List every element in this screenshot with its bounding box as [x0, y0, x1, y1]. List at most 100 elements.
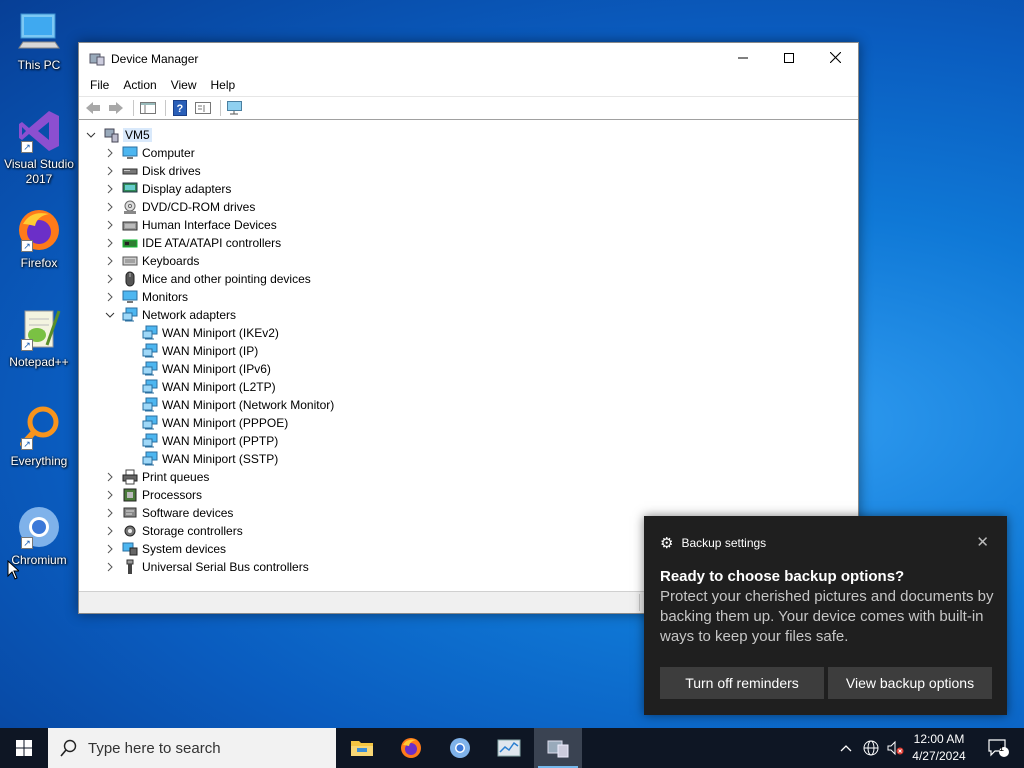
desktop-icon-label: This PC [17, 58, 61, 72]
chevron-right-icon[interactable] [104, 471, 116, 483]
tree-category-label: Human Interface Devices [142, 218, 277, 232]
taskbar-file-explorer[interactable] [338, 728, 386, 768]
desktop-icon-notepadpp[interactable]: ↗ Notepad++ [0, 305, 78, 370]
tree-category-label: Processors [142, 488, 203, 502]
start-button[interactable] [0, 728, 48, 768]
help-button[interactable]: ? [170, 99, 190, 117]
tree-category-label: Print queues [142, 470, 210, 484]
network-adapter-icon [142, 361, 158, 377]
notification-icon [988, 739, 1009, 757]
desktop-icon-chromium[interactable]: ↗ Chromium [0, 503, 78, 568]
title-bar[interactable]: Device Manager [79, 43, 858, 74]
firefox-icon [401, 738, 421, 758]
back-button[interactable] [83, 99, 103, 117]
tree-category[interactable]: Computer [85, 144, 858, 162]
desktop-icon-firefox[interactable]: ↗ Firefox [0, 206, 78, 271]
chevron-right-icon[interactable] [104, 543, 116, 555]
chevron-right-icon[interactable] [104, 525, 116, 537]
tree-device[interactable]: WAN Miniport (IPv6) [85, 360, 858, 378]
chevron-down-icon[interactable] [85, 129, 97, 141]
tree-device[interactable]: WAN Miniport (PPTP) [85, 432, 858, 450]
tree-device-label: WAN Miniport (PPPOE) [162, 416, 289, 430]
chevron-right-icon[interactable] [104, 507, 116, 519]
network-adapter-icon [142, 451, 158, 467]
desktop-icon-visual-studio[interactable]: ↗ Visual Studio 2017 [0, 107, 78, 187]
system-device-icon [122, 541, 138, 557]
volume-tray-button[interactable] [884, 728, 906, 768]
tree-device[interactable]: WAN Miniport (PPPOE) [85, 414, 858, 432]
menu-view[interactable]: View [164, 78, 204, 92]
tree-category[interactable]: Processors [85, 486, 858, 504]
tree-device[interactable]: WAN Miniport (L2TP) [85, 378, 858, 396]
maximize-button[interactable] [766, 43, 812, 72]
chevron-right-icon[interactable] [104, 183, 116, 195]
this-pc-icon [15, 8, 63, 56]
chevron-right-icon[interactable] [104, 147, 116, 159]
menu-action[interactable]: Action [116, 78, 163, 92]
chevron-right-icon[interactable] [104, 219, 116, 231]
tree-category[interactable]: Print queues [85, 468, 858, 486]
tree-category[interactable]: IDE ATA/ATAPI controllers [85, 234, 858, 252]
menu-file[interactable]: File [83, 78, 116, 92]
chevron-right-icon[interactable] [104, 201, 116, 213]
tree-category[interactable]: Display adapters [85, 180, 858, 198]
storage-controller-icon [122, 523, 138, 539]
toast-header: ⚙ Backup settings [660, 534, 766, 552]
forward-button[interactable] [106, 99, 126, 117]
tree-category-label: Software devices [142, 506, 234, 520]
tree-category-label: Storage controllers [142, 524, 243, 538]
chevron-right-icon[interactable] [104, 165, 116, 177]
close-button[interactable] [812, 43, 858, 72]
tree-device[interactable]: WAN Miniport (IP) [85, 342, 858, 360]
chevron-right-icon[interactable] [104, 255, 116, 267]
mouse-cursor-icon [7, 560, 19, 580]
tree-category-label: Computer [142, 146, 195, 160]
tree-category[interactable]: Monitors [85, 288, 858, 306]
taskbar-task-manager[interactable] [485, 728, 533, 768]
toast-close-icon[interactable]: ✕ [976, 533, 989, 551]
computer-icon [122, 145, 138, 161]
menu-help[interactable]: Help [204, 78, 243, 92]
properties-button[interactable] [193, 99, 213, 117]
show-hidden-icons-button[interactable] [836, 728, 856, 768]
tree-device[interactable]: WAN Miniport (SSTP) [85, 450, 858, 468]
back-arrow-icon [86, 102, 100, 114]
chevron-right-icon[interactable] [104, 489, 116, 501]
backup-notification-toast[interactable]: ⚙ Backup settings ✕ Ready to choose back… [644, 516, 1007, 715]
tree-category[interactable]: Disk drives [85, 162, 858, 180]
action-center-button[interactable]: 1 [978, 728, 1018, 768]
tree-device-label: WAN Miniport (L2TP) [162, 380, 276, 394]
taskbar-firefox[interactable] [387, 728, 435, 768]
taskbar-chromium[interactable] [436, 728, 484, 768]
hid-icon [122, 217, 138, 233]
file-explorer-icon [351, 741, 373, 756]
notepadpp-icon: ↗ [15, 305, 63, 353]
tree-category[interactable]: Mice and other pointing devices [85, 270, 858, 288]
disk-drive-icon [122, 163, 138, 179]
minimize-button[interactable] [720, 43, 766, 72]
turn-off-reminders-button[interactable]: Turn off reminders [660, 667, 824, 699]
chevron-right-icon[interactable] [104, 273, 116, 285]
tree-root[interactable]: VM5 [85, 126, 858, 144]
chevron-right-icon[interactable] [104, 561, 116, 573]
taskbar-search-box[interactable]: Type here to search [48, 728, 336, 768]
network-adapter-icon [142, 325, 158, 341]
tree-category[interactable]: DVD/CD-ROM drives [85, 198, 858, 216]
tree-category[interactable]: Human Interface Devices [85, 216, 858, 234]
forward-arrow-icon [109, 102, 123, 114]
tree-device[interactable]: WAN Miniport (Network Monitor) [85, 396, 858, 414]
tree-category-network-adapters[interactable]: Network adapters [85, 306, 858, 324]
view-backup-options-button[interactable]: View backup options [828, 667, 992, 699]
tree-category[interactable]: Keyboards [85, 252, 858, 270]
chevron-right-icon[interactable] [104, 291, 116, 303]
network-tray-button[interactable] [860, 728, 882, 768]
show-hide-console-tree-button[interactable] [138, 99, 158, 117]
desktop-icon-everything[interactable]: ↗ Everything [0, 404, 78, 469]
desktop-icon-this-pc[interactable]: This PC [0, 8, 78, 73]
scan-hardware-button[interactable] [225, 99, 245, 117]
chevron-down-icon[interactable] [104, 309, 116, 321]
taskbar-device-manager[interactable] [534, 728, 582, 768]
chevron-right-icon[interactable] [104, 237, 116, 249]
taskbar-clock[interactable]: 12:00 AM 4/27/2024 [906, 731, 972, 765]
tree-device[interactable]: WAN Miniport (IKEv2) [85, 324, 858, 342]
